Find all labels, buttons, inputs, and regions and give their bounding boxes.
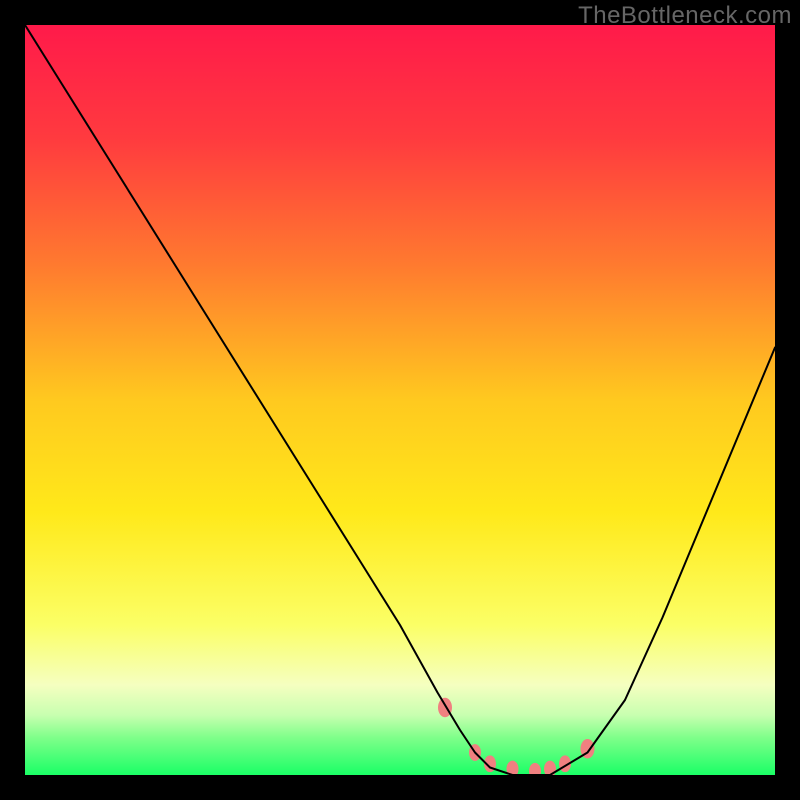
chart-background: [25, 25, 775, 775]
chart-area: [25, 25, 775, 775]
watermark-label: TheBottleneck.com: [578, 2, 792, 30]
chart-svg: [25, 25, 775, 775]
